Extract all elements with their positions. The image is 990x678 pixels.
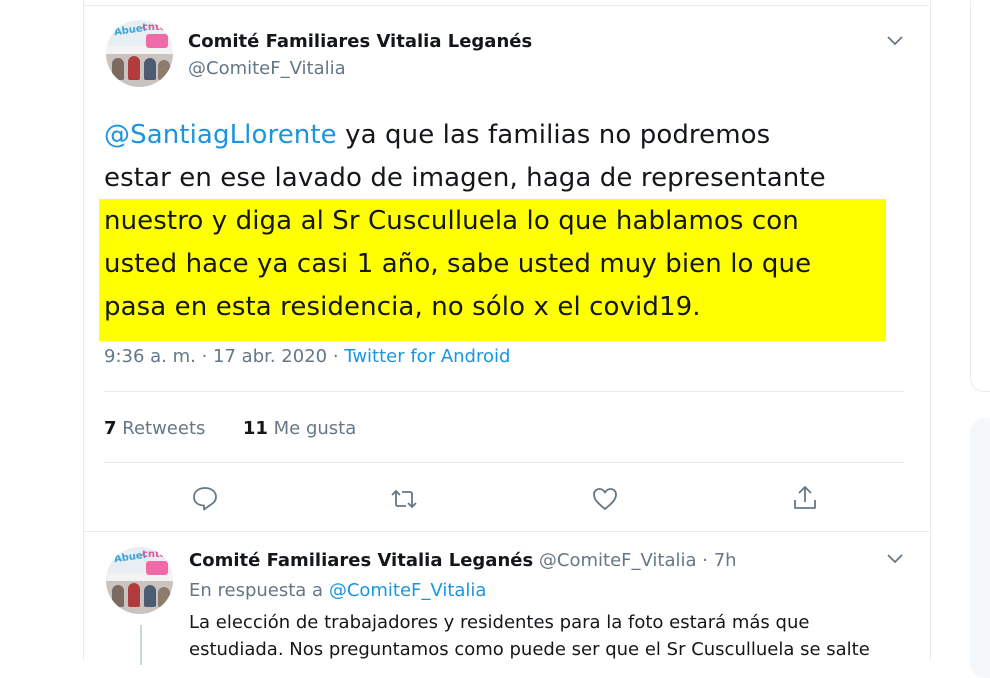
author-handle-time[interactable]: @ComiteF_Vitalia · 7h — [533, 550, 737, 571]
tweet-text-line: pasa en esta residencia, no sólo x el co… — [104, 292, 701, 322]
reply-text: La elección de trabajadores y residentes… — [189, 609, 909, 663]
likes-stat[interactable]: 11 Me gusta — [243, 418, 356, 439]
source-link[interactable]: Twitter for Android — [344, 346, 510, 367]
chevron-down-icon[interactable] — [885, 30, 905, 50]
in-reply-label: En respuesta a — [189, 580, 329, 601]
chevron-down-icon[interactable] — [885, 548, 905, 568]
retweet-icon[interactable] — [389, 484, 419, 514]
reply-header: Comité Familiares Vitalia Leganés @Comit… — [189, 550, 737, 571]
in-reply-to: En respuesta a @ComiteF_Vitalia — [189, 580, 486, 601]
author-name[interactable]: Comité Familiares Vitalia Leganés — [188, 31, 532, 52]
tweet-text: @SantiagLlorente ya que las familias no … — [104, 114, 894, 329]
tweet-text-line: estar en ese lavado de imagen, haga de r… — [104, 163, 826, 193]
author-name[interactable]: Comité Familiares Vitalia Leganés — [189, 550, 533, 571]
tweet-text-line: nuestro y diga al Sr Cusculluela lo que … — [104, 206, 799, 236]
divider — [83, 531, 929, 532]
tweet-text-line: usted hace ya casi 1 año, sabe usted muy… — [104, 249, 812, 279]
reply-text-line: estudiada. Nos preguntamos como puede se… — [189, 639, 870, 660]
avatar[interactable]: Abuel cnta — [106, 547, 173, 614]
tweet-text-line: ya que las familias no podremos — [336, 120, 771, 150]
tweet-meta: 9:36 a. m. · 17 abr. 2020 · Twitter for … — [104, 346, 510, 367]
share-icon[interactable] — [790, 483, 820, 513]
divider — [104, 462, 904, 463]
avatar[interactable]: Abuel cnta — [106, 20, 173, 87]
retweets-stat[interactable]: 7 Retweets — [104, 418, 205, 439]
heart-icon[interactable] — [590, 484, 620, 514]
comment-icon[interactable] — [190, 483, 220, 513]
sidebar-card-lower — [970, 418, 990, 678]
timestamp[interactable]: 9:36 a. m. · 17 abr. 2020 · — [104, 346, 344, 367]
author-handle[interactable]: @ComiteF_Vitalia — [188, 58, 346, 79]
sidebar-card — [970, 0, 990, 392]
reply-text-line: La elección de trabajadores y residentes… — [189, 612, 810, 633]
divider — [104, 391, 904, 392]
tweet-stats: 7 Retweets 11 Me gusta — [104, 418, 356, 439]
mention-link[interactable]: @SantiagLlorente — [104, 120, 337, 150]
column-top-border — [83, 0, 929, 6]
thread-line — [140, 625, 142, 665]
avatar-text: cnta — [142, 22, 167, 33]
avatar-text: cnta — [142, 549, 167, 560]
mention-link[interactable]: @ComiteF_Vitalia — [329, 580, 487, 601]
